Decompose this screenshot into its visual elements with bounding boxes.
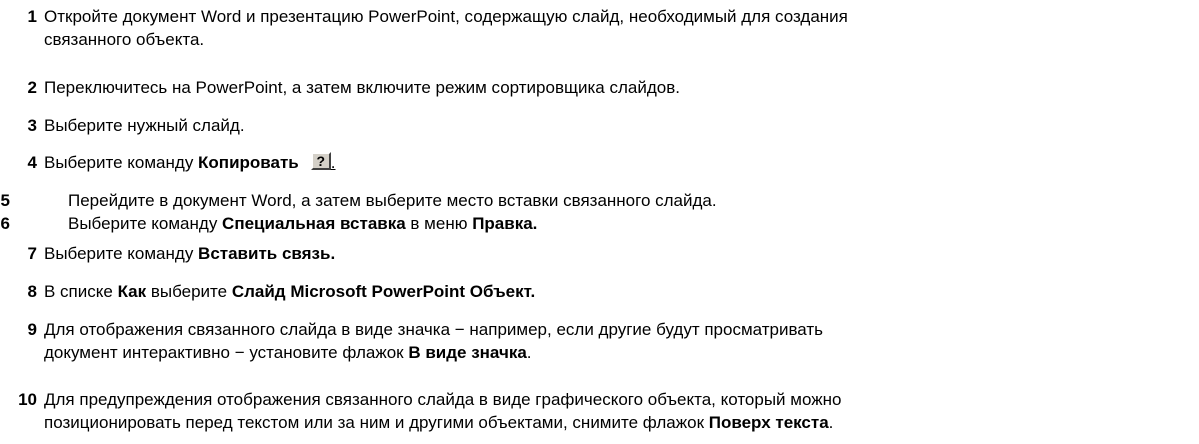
step-item: 9 Для отображения связанного слайда в вид… — [0, 319, 1199, 365]
step-number: 9 — [27, 320, 37, 339]
step-text-segment: Для предупреждения отображения связанног… — [44, 390, 842, 409]
step-text-line: Перейдите в документ Word, а затем выбер… — [68, 190, 717, 212]
step-text-segment: . — [828, 413, 834, 432]
step-item: 3 Выберите нужный слайд. — [0, 115, 1199, 138]
trailing-period: . — [330, 153, 336, 172]
step-item: 7 Выберите команду Вставить связь. — [0, 243, 1199, 266]
step-item: 1 Откройте документ Word и презентацию Po… — [0, 6, 1199, 52]
step-number: 5 — [0, 191, 10, 210]
step-item: 4 Выберите команду Копировать?. — [0, 152, 1199, 175]
step-text-segment: Откройте документ Word и презентацию Pow… — [44, 7, 848, 26]
step-text-line: позиционировать перед текстом или за ним… — [44, 412, 833, 434]
step-item: 5 Перейдите в документ Word, а затем выбе… — [0, 190, 1199, 213]
step-text-line: Откройте документ Word и презентацию Pow… — [44, 6, 848, 28]
step-text-line: Для предупреждения отображения связанног… — [44, 389, 841, 411]
step-text-segment: Выберите команду — [44, 153, 199, 172]
step-text-segment: . — [526, 343, 532, 362]
step-text-segment: связанного объекта. — [44, 30, 205, 49]
step-text-line: связанного объекта. — [44, 29, 204, 51]
step-text-segment: Переключитесь на PowerPoint, а затем вкл… — [44, 78, 680, 97]
step-text-line: В списке Как выберите Слайд Microsoft Po… — [44, 281, 535, 303]
step-text-line: Для отображения связанного слайда в виде… — [44, 319, 823, 341]
step-text-line: Выберите нужный слайд. — [44, 115, 245, 137]
step-bold-term: Как — [117, 282, 147, 301]
step-bold-term: Правка. — [472, 214, 538, 233]
step-number: 7 — [27, 244, 37, 263]
step-bold-term: Копировать — [198, 153, 299, 172]
step-text-segment: выберите — [146, 282, 232, 301]
step-text-segment: позиционировать перед текстом или за ним… — [44, 413, 709, 432]
step-number: 6 — [0, 214, 10, 233]
step-bold-term: Вставить связь. — [198, 244, 336, 263]
step-number: 2 — [27, 78, 37, 97]
step-number: 4 — [27, 153, 37, 172]
step-text-segment: Выберите команду — [68, 214, 223, 233]
step-item: 6 Выберите команду Специальная вставка в … — [0, 213, 1199, 236]
step-text-line: Выберите команду Вставить связь. — [44, 243, 335, 265]
step-bold-term: Поверх текста — [708, 413, 829, 432]
step-bold-term: Слайд Microsoft PowerPoint Объект. — [231, 282, 536, 301]
step-text-segment: Выберите команду — [44, 244, 199, 263]
step-text-line: Переключитесь на PowerPoint, а затем вкл… — [44, 77, 680, 99]
step-item: 2 Переключитесь на PowerPoint, а затем вк… — [0, 77, 1199, 100]
step-number: 1 — [27, 7, 37, 26]
step-bold-term: Специальная вставка — [222, 214, 406, 233]
step-text-segment: Выберите нужный слайд. — [44, 116, 245, 135]
step-text-segment: в меню — [405, 214, 473, 233]
step-text-line: Выберите команду Копировать?. — [44, 152, 336, 174]
step-number: 8 — [27, 282, 37, 301]
step-text-segment: Перейдите в документ Word, а затем выбер… — [68, 191, 717, 210]
step-text-segment: В списке — [44, 282, 118, 301]
step-number: 3 — [27, 116, 37, 135]
help-question-icon[interactable]: ? — [310, 152, 331, 170]
step-text-line: документ интерактивно − установите флажо… — [44, 342, 532, 364]
step-number: 10 — [18, 390, 37, 409]
step-text-segment: Для отображения связанного слайда в виде… — [44, 320, 824, 339]
step-item: 10 Для предупреждения отображения связанн… — [0, 389, 1199, 435]
step-item: 8 В списке Как выберите Слайд Microsoft P… — [0, 281, 1199, 304]
step-bold-term: В виде значка — [408, 343, 527, 362]
step-text-segment: документ интерактивно − установите флажо… — [44, 343, 409, 362]
step-text-line: Выберите команду Специальная вставка в м… — [68, 213, 537, 235]
